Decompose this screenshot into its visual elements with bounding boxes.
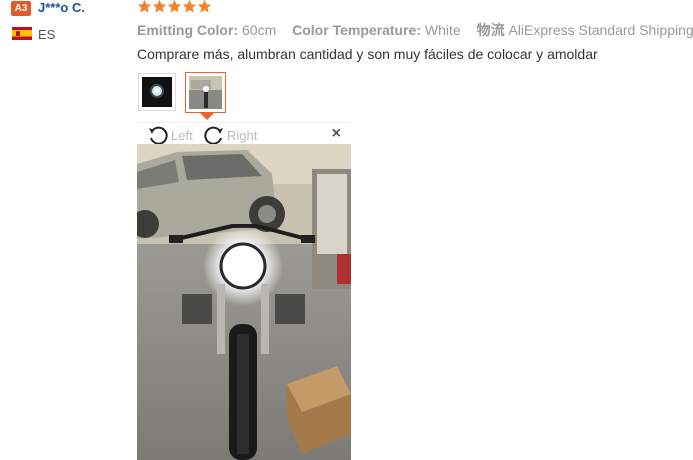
level-badge: A3 <box>11 1 31 16</box>
color-temp-label: Color Temperature: <box>292 22 421 38</box>
shipping-value: AliExpress Standard Shipping <box>508 22 693 38</box>
motorcycle-photo <box>137 144 351 460</box>
star-icon <box>182 0 197 13</box>
rotate-left-icon <box>149 126 168 145</box>
reviewer-name[interactable]: J***o C. <box>38 0 85 16</box>
review-attributes: Emitting Color: 60cm Color Temperature: … <box>137 21 693 39</box>
headlight-thumbnail[interactable] <box>138 73 176 111</box>
motorcycle-thumb-image <box>189 76 222 109</box>
shipping-label: 物流 <box>476 22 505 38</box>
rotate-right-button[interactable]: Right <box>203 125 257 145</box>
review-text: Comprare más, alumbran cantidad y son mu… <box>137 46 598 62</box>
motorcycle-thumbnail[interactable] <box>185 72 226 113</box>
close-viewer-button[interactable]: × <box>332 126 341 142</box>
star-icon <box>167 0 182 13</box>
rotate-right-icon <box>204 126 223 145</box>
rotate-left-button[interactable]: Left <box>147 125 193 145</box>
rotate-left-label: Left <box>171 127 193 143</box>
star-icon <box>197 0 212 13</box>
headlight-image <box>142 77 172 107</box>
selected-thumbnail-pointer <box>200 113 214 120</box>
image-viewer-toolbar: Left Right × <box>137 122 351 145</box>
review-photo[interactable] <box>137 144 351 460</box>
emitting-color-label: Emitting Color: <box>137 22 239 38</box>
spain-flag-icon <box>12 27 32 40</box>
rotate-right-label: Right <box>227 127 258 143</box>
reviewer-country: ES <box>38 27 56 42</box>
emitting-color-value: 60cm <box>242 22 277 38</box>
star-rating <box>137 0 212 17</box>
color-temp-value: White <box>424 22 461 38</box>
star-icon <box>152 0 167 13</box>
star-icon <box>137 0 152 13</box>
